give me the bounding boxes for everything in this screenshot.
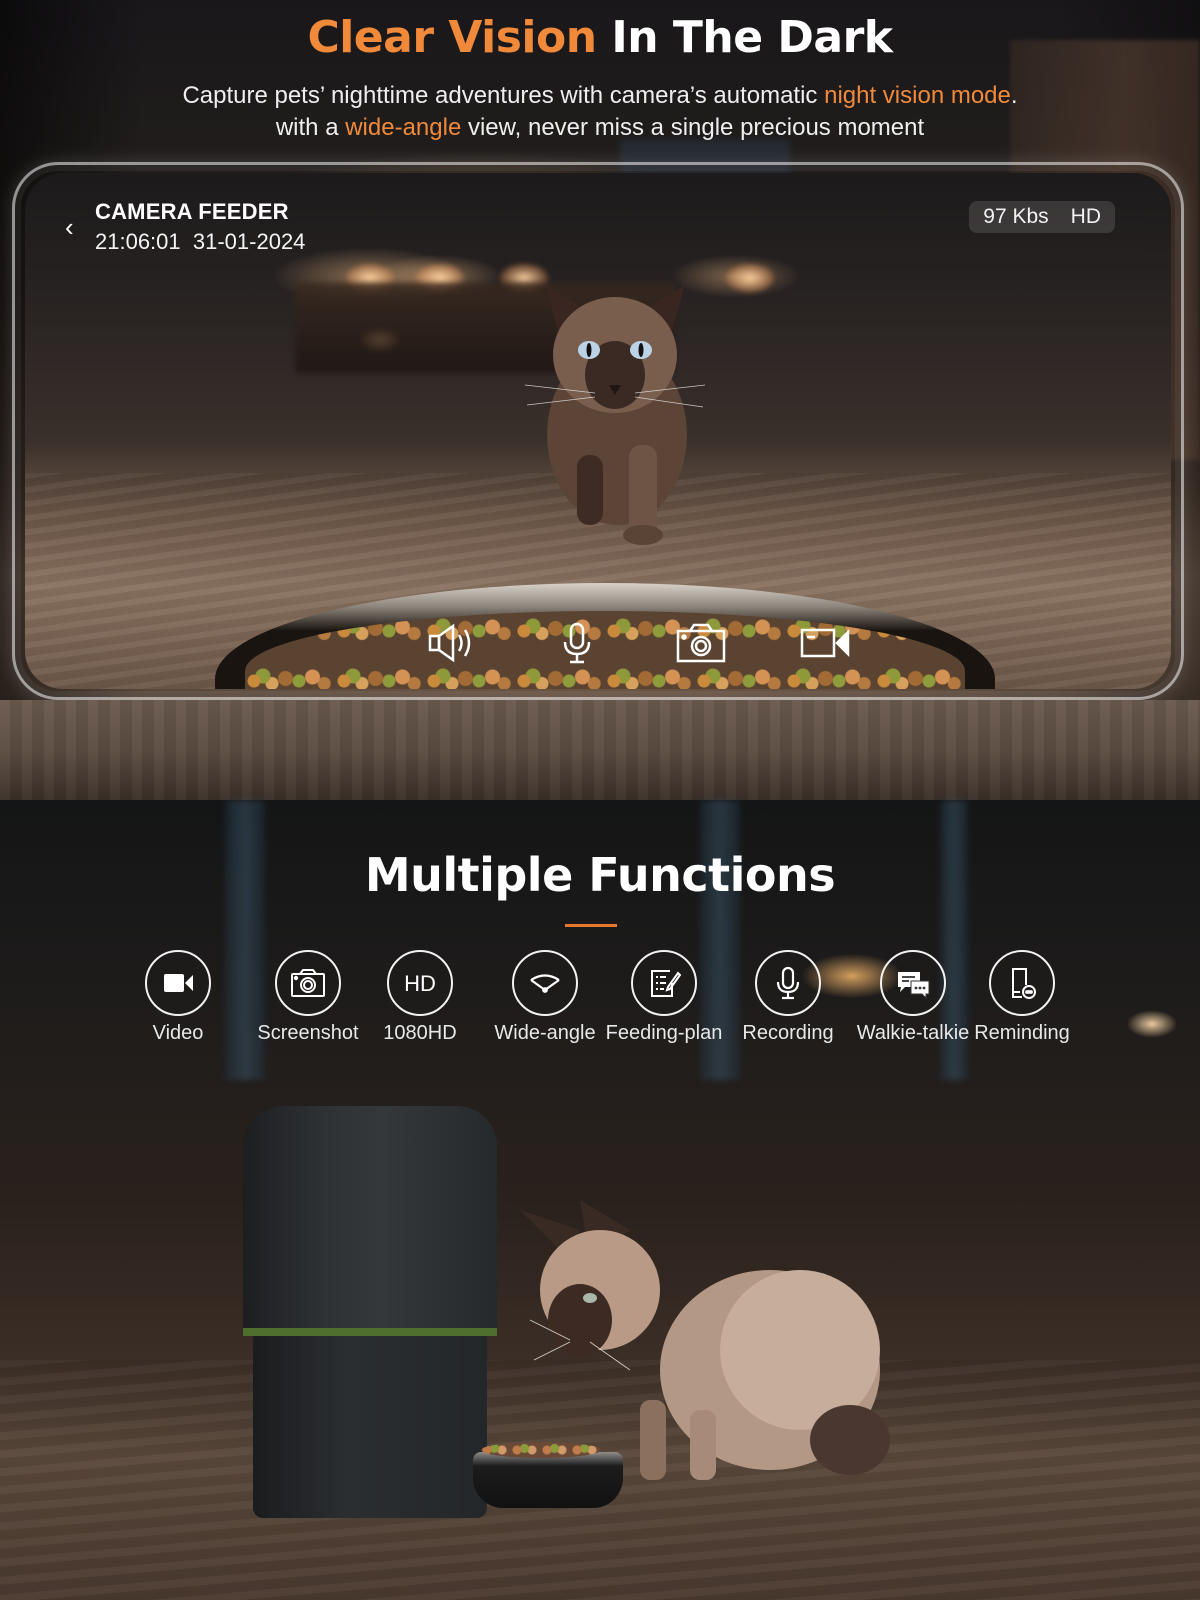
feature-label: Video	[152, 1022, 204, 1044]
hero-title-rest: In The Dark	[596, 12, 893, 63]
feature-icon-circle	[145, 950, 211, 1016]
cat-walking-image	[525, 285, 705, 545]
feature-label: 1080HD	[383, 1022, 457, 1044]
record-video-button[interactable]	[785, 619, 865, 667]
hero-title-accent: Clear Vision	[307, 12, 597, 63]
background-lamp	[725, 263, 775, 293]
feature-feeding-plan[interactable]: Feeding-plan	[606, 950, 722, 1045]
chat-bubbles-icon	[898, 972, 930, 1000]
feeding-plan-icon	[651, 970, 682, 997]
camera-icon	[676, 623, 726, 663]
feature-video[interactable]: Video	[140, 950, 216, 1045]
phone-message-icon	[1012, 968, 1036, 999]
feature-walkie-talkie[interactable]: Walkie-talkie	[856, 950, 970, 1045]
wood-shelf-foreground	[0, 700, 1200, 800]
phone-frame: ‹ CAMERA FEEDER 21:06:01 31-01-2024 97 K…	[12, 162, 1184, 700]
device-name: CAMERA FEEDER	[95, 199, 289, 224]
functions-title: Multiple Functions	[364, 848, 836, 902]
functions-section: Multiple Functions Video Screenshot HD 1…	[0, 800, 1200, 1600]
camera-info: CAMERA FEEDER 21:06:01 31-01-2024	[95, 199, 305, 255]
timestamp: 21:06:01 31-01-2024	[95, 229, 305, 255]
camera-icon	[291, 969, 325, 997]
speaker-icon	[428, 623, 471, 663]
feature-label: Feeding-plan	[605, 1022, 723, 1044]
video-camera-icon	[800, 628, 850, 658]
feature-icon-circle	[755, 950, 821, 1016]
subtitle-highlight-night-vision: night vision mode	[824, 82, 1011, 109]
camera-controls	[413, 619, 865, 667]
microphone-icon	[776, 966, 800, 1000]
feature-label: Wide-angle	[494, 1022, 596, 1044]
subtitle-text: .	[1010, 82, 1018, 109]
subtitle-line-2: with a wide-angle view, never miss a sin…	[0, 112, 1200, 144]
feature-reminding[interactable]: Reminding	[974, 950, 1070, 1045]
chevron-left-icon[interactable]: ‹	[65, 214, 83, 240]
feature-recording[interactable]: Recording	[740, 950, 836, 1045]
quality-toggle[interactable]: HD	[1071, 205, 1101, 229]
feature-label: Reminding	[974, 1022, 1070, 1044]
feature-label: Recording	[742, 1022, 834, 1044]
subtitle-highlight-wide-angle: wide-angle	[345, 114, 462, 141]
camera-header: ‹ CAMERA FEEDER 21:06:01 31-01-2024	[65, 199, 305, 255]
subtitle-text: Capture pets’ nighttime adventures with …	[182, 82, 825, 109]
night-vision-section: Clear Vision In The Dark Capture pets’ n…	[0, 0, 1200, 800]
features-list: Video Screenshot HD 1080HD Wide-angle Fe…	[140, 950, 1070, 1045]
screenshot-button[interactable]	[661, 619, 741, 667]
feature-icon-circle	[512, 950, 578, 1016]
cat-eating-image	[520, 1200, 890, 1480]
hd-icon: HD	[404, 971, 436, 996]
hero-subtitle: Capture pets’ nighttime adventures with …	[0, 80, 1200, 144]
feature-icon-circle: HD	[387, 950, 453, 1016]
svg-text:HD: HD	[404, 971, 436, 996]
feature-icon-circle	[631, 950, 697, 1016]
bitrate: 97 Kbs	[983, 205, 1049, 228]
feature-wide-angle[interactable]: Wide-angle	[494, 950, 596, 1045]
feature-label: Screenshot	[257, 1022, 359, 1044]
feature-screenshot[interactable]: Screenshot	[256, 950, 360, 1045]
title-divider	[565, 924, 617, 927]
stream-stats: 97 Kbs HD	[969, 201, 1115, 233]
hero-title: Clear Vision In The Dark	[0, 12, 1200, 63]
feature-icon-circle	[275, 950, 341, 1016]
pet-feeder-product	[243, 1106, 623, 1518]
subtitle-text: view, never miss a single precious momen…	[461, 114, 925, 141]
feature-icon-circle	[989, 950, 1055, 1016]
time-text: 21:06:01	[95, 229, 181, 254]
feature-icon-circle	[880, 950, 946, 1016]
video-camera-icon	[164, 974, 193, 992]
camera-live-feed: ‹ CAMERA FEEDER 21:06:01 31-01-2024 97 K…	[25, 173, 1171, 689]
feature-1080hd[interactable]: HD 1080HD	[380, 950, 460, 1045]
subtitle-text: with a	[275, 114, 346, 141]
feeder-base	[253, 1336, 487, 1518]
feature-label: Walkie-talkie	[856, 1022, 970, 1044]
subtitle-line-1: Capture pets’ nighttime adventures with …	[0, 80, 1200, 112]
microphone-icon	[563, 622, 591, 664]
microphone-button[interactable]	[537, 619, 617, 667]
feeder-hopper	[243, 1106, 497, 1334]
wide-angle-icon	[530, 974, 560, 993]
feeder-green-band	[243, 1328, 497, 1336]
date-text: 31-01-2024	[192, 229, 306, 254]
speaker-button[interactable]	[413, 619, 493, 667]
